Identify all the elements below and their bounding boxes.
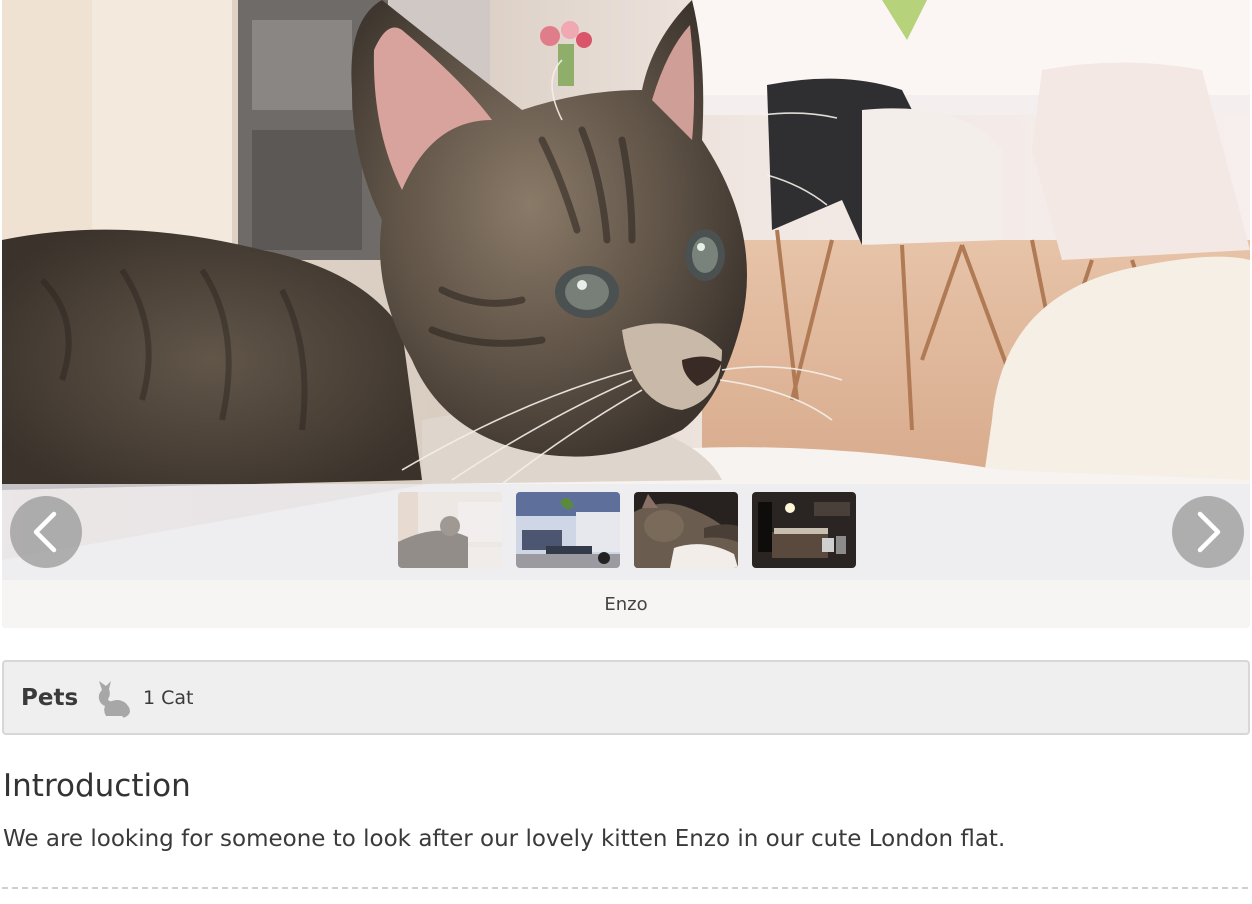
thumbnail-3[interactable] [634,492,738,568]
kitten-on-sofa-thumbnail [398,492,502,568]
chevron-right-icon [1197,511,1221,553]
introduction-heading: Introduction [3,768,191,804]
introduction-text: We are looking for someone to look after… [3,826,1006,852]
sleeping-kitten-thumbnail [634,492,738,568]
pets-count: 1 Cat [143,687,194,709]
thumbnail-1[interactable] [398,492,502,568]
photo-caption: Enzo [604,594,648,615]
pets-label: Pets [21,685,79,711]
section-divider [2,887,1248,889]
thumbnail-strip [2,484,1250,580]
kitchen-thumbnail [752,492,856,568]
thumbnail-4[interactable] [752,492,856,568]
chevron-left-icon [33,511,57,553]
patio-thumbnail [516,492,620,568]
photo-gallery: Enzo [2,0,1250,628]
cat-icon [98,681,130,718]
previous-photo-button[interactable] [10,496,82,568]
thumbnail-2[interactable] [516,492,620,568]
pets-summary: Pets 1 Cat [2,660,1250,735]
next-photo-button[interactable] [1172,496,1244,568]
